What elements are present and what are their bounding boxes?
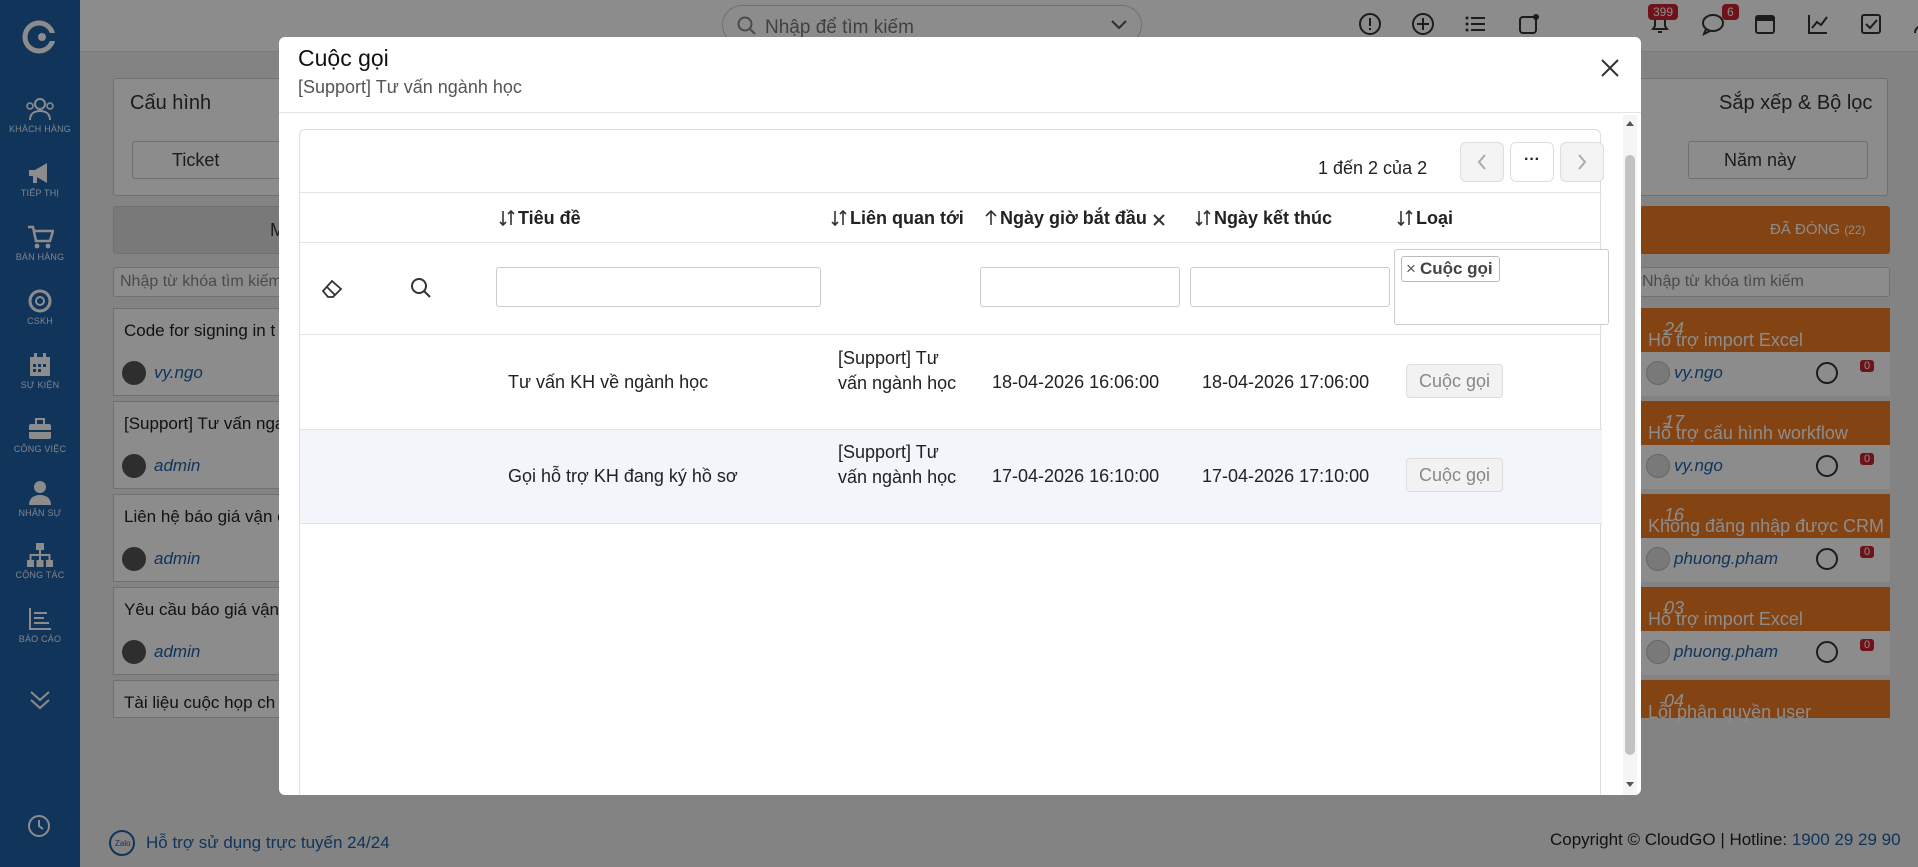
modal-title: Cuộc gọi	[298, 45, 389, 71]
modal-scrollbar[interactable]	[1623, 115, 1637, 795]
chevron-left-icon	[1477, 154, 1486, 170]
sort-icon	[1195, 209, 1211, 227]
prev-page-button[interactable]	[1460, 142, 1504, 182]
more-button[interactable]: ···	[1510, 142, 1554, 182]
row-title[interactable]: Gọi hỗ trợ KH đang ký hồ sơ	[508, 466, 738, 487]
row-type-tag: Cuộc gọi	[1406, 458, 1504, 492]
end-date-filter-input[interactable]	[1190, 267, 1390, 307]
sort-icon	[1397, 209, 1413, 227]
table-row[interactable]: Gọi hỗ trợ KH đang ký hồ sơ [Support] Tư…	[300, 430, 1602, 524]
modal-subtitle: [Support] Tư vấn ngành học	[298, 77, 522, 97]
search-icon[interactable]	[410, 277, 432, 299]
filter-row: × Cuộc gọi	[300, 243, 1609, 335]
row-related[interactable]: [Support] Tư vấn ngành học	[838, 440, 958, 490]
remove-chip-icon[interactable]: ×	[1406, 259, 1416, 278]
eraser-icon[interactable]	[320, 277, 344, 299]
modal-header: Cuộc gọi [Support] Tư vấn ngành học	[279, 37, 1641, 113]
row-title[interactable]: Tư vấn KH về ngành học	[508, 372, 708, 393]
row-start: 17-04-2026 16:10:00	[992, 466, 1160, 486]
column-header-title[interactable]: Tiêu đề	[498, 208, 581, 229]
sort-icon	[831, 209, 847, 227]
column-header-end[interactable]: Ngày kết thúc	[1194, 208, 1332, 229]
row-end: 17-04-2026 17:10:00	[1202, 466, 1370, 486]
scrollbar-thumb[interactable]	[1625, 155, 1635, 755]
column-header-type[interactable]: Loại	[1396, 208, 1453, 229]
table-row[interactable]: Tư vấn KH về ngành học [Support] Tư vấn …	[300, 336, 1602, 430]
chevron-right-icon	[1578, 154, 1587, 170]
row-start: 18-04-2026 16:06:00	[992, 372, 1160, 392]
sort-ascending-icon	[985, 209, 997, 225]
type-filter-chip[interactable]: × Cuộc gọi	[1401, 256, 1500, 282]
row-end: 18-04-2026 17:06:00	[1202, 372, 1370, 392]
row-type-tag: Cuộc gọi	[1406, 364, 1504, 398]
calls-table-panel: 1 đến 2 của 2 ··· Tiêu đề Liên quan tới …	[299, 129, 1609, 795]
sort-icon	[499, 209, 515, 227]
next-page-button[interactable]	[1560, 142, 1604, 182]
start-date-filter-input[interactable]	[980, 267, 1180, 307]
calls-modal: Cuộc gọi [Support] Tư vấn ngành học 1 đế…	[279, 37, 1641, 795]
pagination-info: 1 đến 2 của 2	[1318, 158, 1428, 178]
column-header-related[interactable]: Liên quan tới	[830, 208, 964, 229]
row-related[interactable]: [Support] Tư vấn ngành học	[838, 346, 958, 396]
title-filter-input[interactable]	[496, 267, 821, 307]
clear-sort-icon[interactable]	[1152, 213, 1166, 227]
table-header: Tiêu đề Liên quan tới Ngày giờ bắt đầu N…	[300, 192, 1602, 243]
type-filter-select[interactable]: × Cuộc gọi	[1394, 249, 1609, 325]
column-header-start[interactable]: Ngày giờ bắt đầu	[984, 208, 1168, 229]
close-icon[interactable]	[1595, 53, 1625, 83]
scroll-up-icon[interactable]	[1625, 119, 1635, 127]
scroll-down-icon[interactable]	[1625, 781, 1635, 789]
